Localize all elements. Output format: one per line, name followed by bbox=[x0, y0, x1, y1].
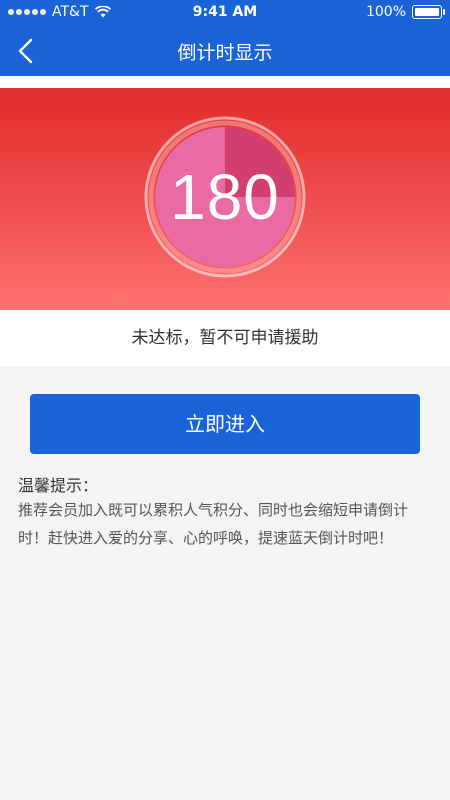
status-bar: AT&T 9:41 AM 100% bbox=[0, 0, 450, 26]
tips-body: 推荐会员加入既可以累积人气积分、同时也会缩短申请倒计时！赶快进入爱的分享、心的呼… bbox=[18, 501, 409, 547]
tips-title: 温馨提示： bbox=[18, 476, 99, 495]
battery-icon bbox=[412, 5, 445, 19]
status-right: 100% bbox=[365, 4, 445, 20]
battery-percent: 100% bbox=[365, 4, 406, 20]
countdown-ring: 180 bbox=[144, 116, 306, 278]
status-notice: 未达标，暂不可申请援助 bbox=[0, 310, 450, 366]
enter-now-button[interactable]: 立即进入 bbox=[30, 394, 420, 454]
countdown-value: 180 bbox=[170, 161, 280, 233]
nav-bar: 倒计时显示 bbox=[0, 26, 450, 76]
divider bbox=[0, 76, 450, 88]
countdown-hero: 180 bbox=[0, 88, 450, 310]
page-title: 倒计时显示 bbox=[177, 42, 273, 64]
